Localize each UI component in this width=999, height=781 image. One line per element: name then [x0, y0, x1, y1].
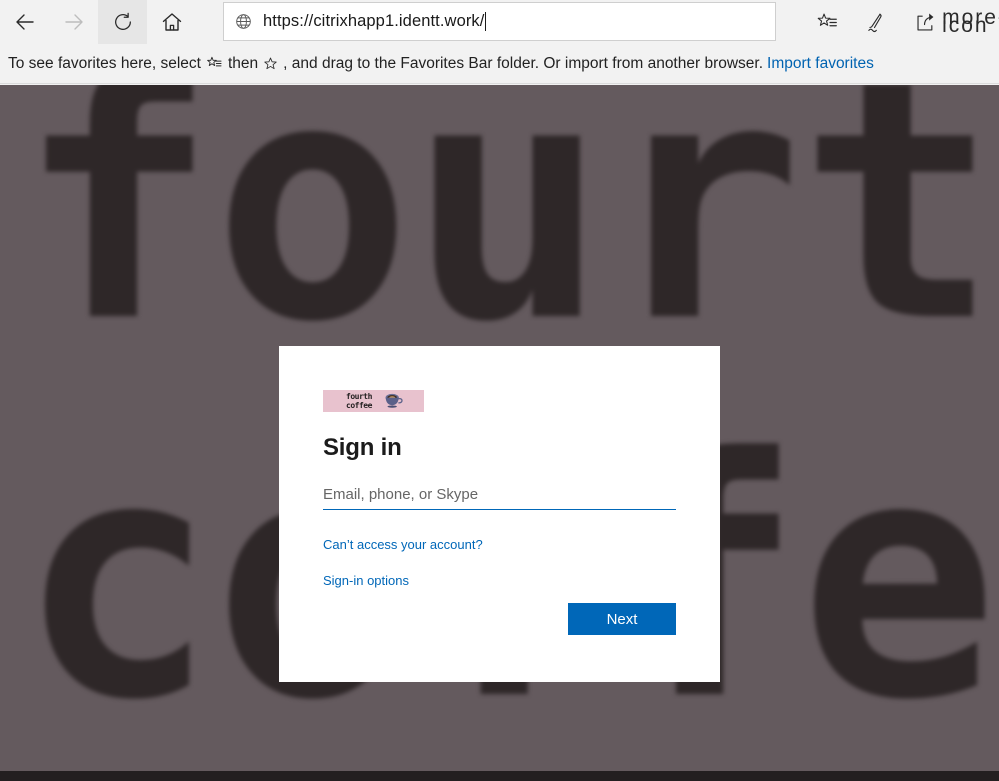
sign-in-options-link[interactable]: Sign-in options: [323, 573, 409, 588]
favorites-star-list-icon: [207, 56, 222, 67]
forward-button[interactable]: [49, 0, 98, 44]
cant-access-account-row: Can’t access your account?: [323, 536, 676, 554]
web-note-pen-icon: [868, 13, 882, 32]
address-bar[interactable]: https://citrixhapp1.identt.work/: [223, 2, 776, 41]
favorites-bar: To see favorites here, select then , and…: [0, 44, 999, 84]
web-page-content: fourth coffee fourth coffee Sign in: [0, 85, 999, 781]
logo-line-2: coffee: [346, 401, 372, 410]
next-button[interactable]: Next: [568, 603, 676, 635]
star-icon: [264, 57, 277, 70]
more-ellipsis-glyph: more-icon: [942, 6, 999, 37]
email-field[interactable]: [323, 480, 676, 510]
more-icon[interactable]: more-icon: [942, 0, 999, 44]
import-favorites-link[interactable]: Import favorites: [767, 55, 874, 73]
browser-chrome: https://citrixhapp1.identt.work/ more ic…: [0, 0, 999, 85]
logo-line-1: fourth: [346, 392, 372, 401]
home-button[interactable]: [147, 0, 196, 44]
page-title: Sign in: [323, 434, 402, 461]
favorites-star-list-icon: [817, 13, 837, 26]
favorites-bar-hint-part1: To see favorites here, select: [8, 54, 201, 72]
favorites-bar-hint-part2: then: [228, 54, 259, 72]
sign-in-dialog: fourth coffee Sign in Can’t access your …: [279, 346, 720, 682]
share-arrow-icon: [917, 12, 934, 31]
toolbar-actions: more-icon: [803, 0, 999, 44]
browser-toolbar: https://citrixhapp1.identt.work/ more ic…: [0, 0, 999, 44]
dialog-actions: Next: [568, 603, 676, 635]
email-field-wrapper: [323, 480, 676, 510]
home-icon: [162, 13, 181, 31]
coffee-cup-icon: [385, 393, 403, 408]
favorites-icon[interactable]: [803, 0, 852, 44]
globe-icon: [236, 14, 251, 29]
refresh-icon: [114, 12, 131, 30]
back-arrow-icon: [15, 14, 34, 30]
logo-wordmark: fourth coffee: [346, 392, 372, 410]
refresh-button[interactable]: [98, 0, 147, 44]
favorites-bar-hint-part3: , and drag to the Favorites Bar folder. …: [283, 54, 764, 72]
page-footer-bar: [0, 771, 999, 781]
text-cursor: [485, 12, 487, 31]
sign-in-options-row: Sign-in options: [323, 572, 676, 590]
cant-access-account-link[interactable]: Can’t access your account?: [323, 537, 483, 552]
browser-window: https://citrixhapp1.identt.work/ more ic…: [0, 0, 999, 781]
fourth-coffee-logo: fourth coffee: [323, 390, 424, 412]
back-button[interactable]: [0, 0, 49, 44]
forward-arrow-icon: [64, 14, 83, 30]
notes-pen-icon[interactable]: [852, 0, 901, 44]
background-word-top: fourth: [18, 85, 999, 394]
address-bar-url: https://citrixhapp1.identt.work/: [263, 12, 485, 30]
